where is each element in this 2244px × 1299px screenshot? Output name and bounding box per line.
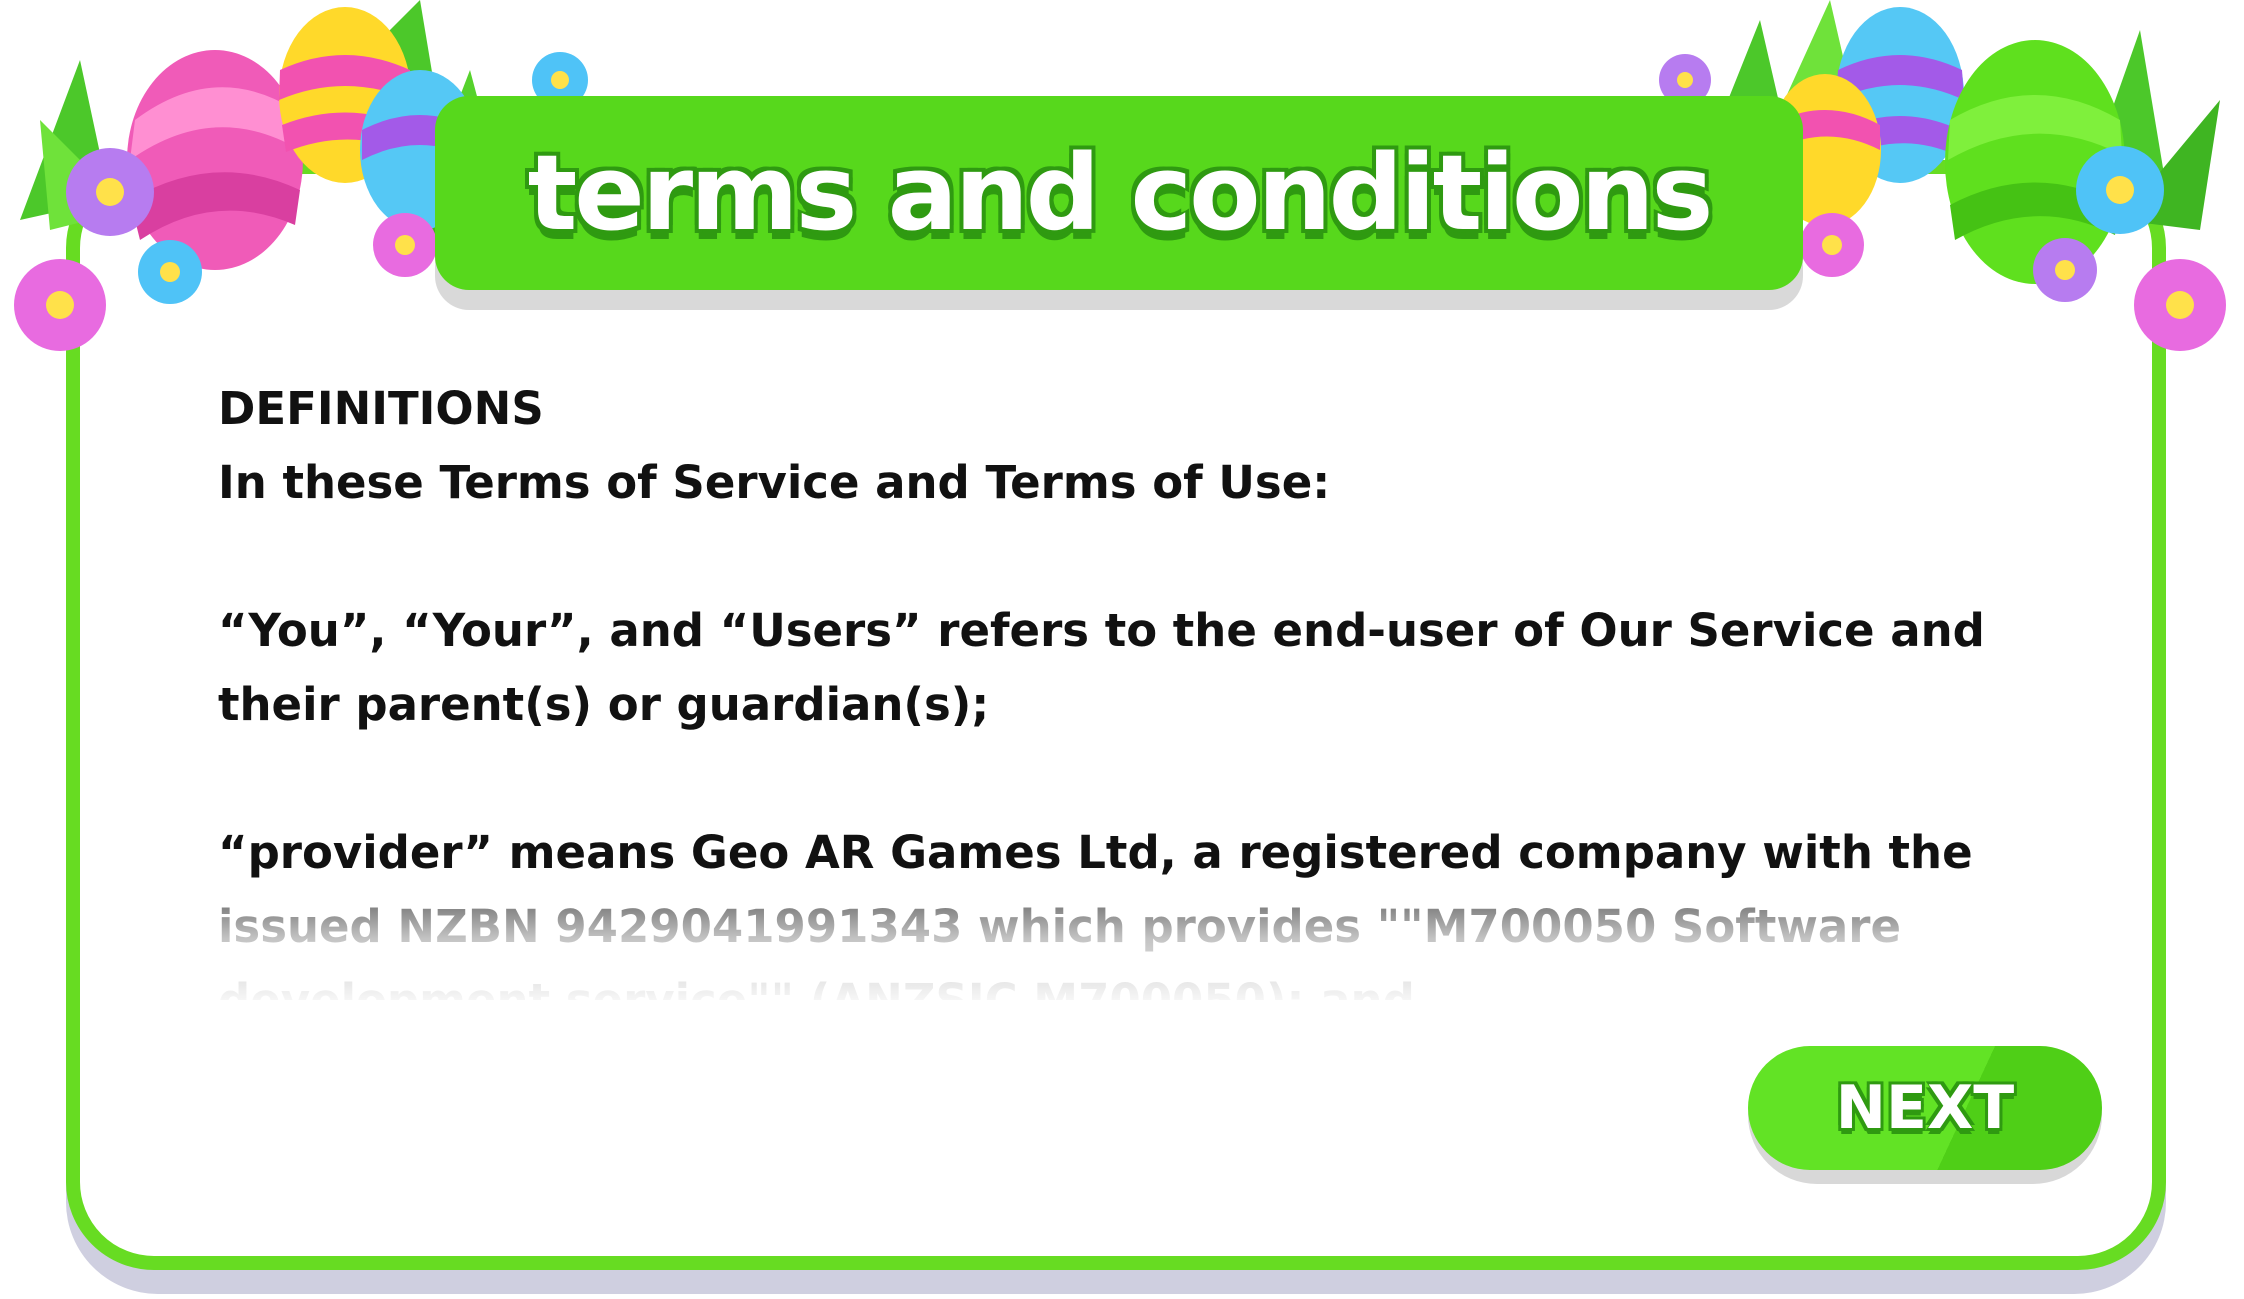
easter-egg-icon — [279, 7, 412, 183]
terms-intro: In these Terms of Service and Terms of U… — [218, 456, 1331, 509]
scroll-fade-overlay — [218, 880, 2018, 1010]
page-title: terms and conditions — [527, 132, 1714, 254]
easter-egg-icon — [1836, 7, 1964, 183]
terms-paragraph: “You”, “Your”, and “Users” refers to the… — [218, 604, 1985, 731]
title-banner: terms and conditions — [435, 96, 1803, 290]
next-button-label: NEXT — [1835, 1073, 2015, 1143]
next-button[interactable]: NEXT — [1748, 1046, 2102, 1184]
next-button-face: NEXT — [1748, 1046, 2102, 1170]
terms-heading: DEFINITIONS — [218, 382, 544, 435]
